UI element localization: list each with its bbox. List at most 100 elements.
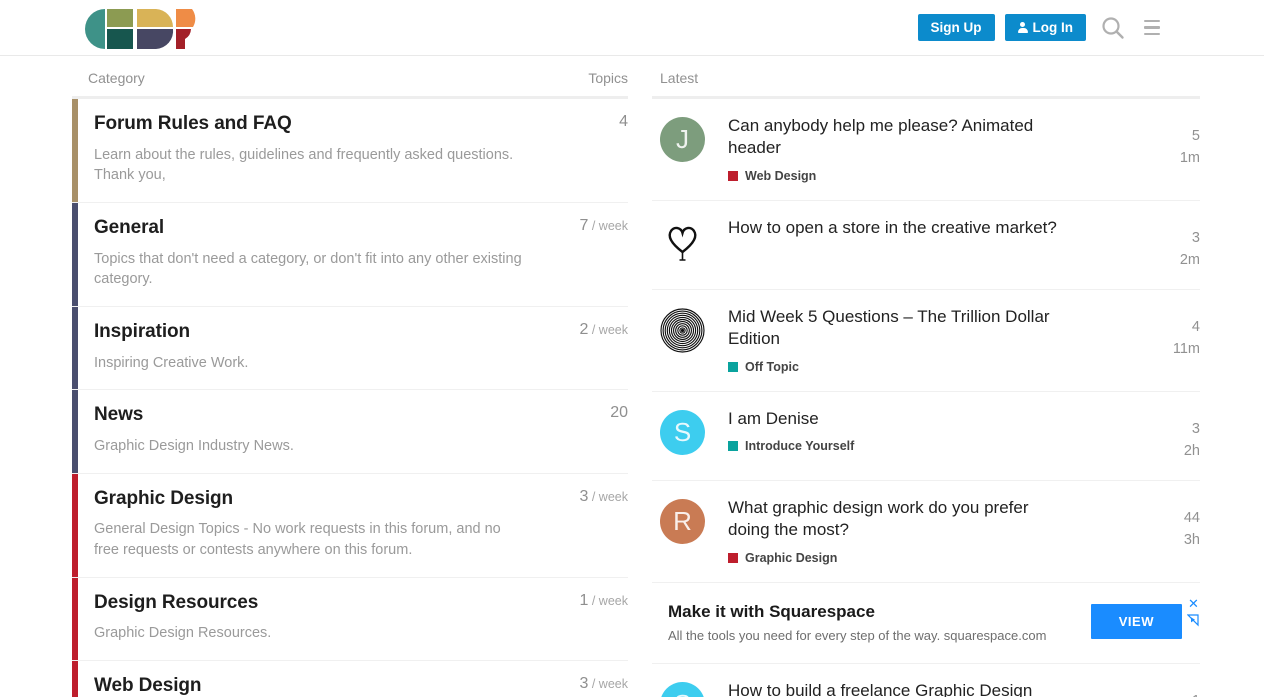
avatar-letter: S bbox=[674, 689, 691, 697]
category-body: Graphic Design General Design Topics - No… bbox=[78, 474, 532, 577]
category-topic-count: 3 / week bbox=[532, 661, 628, 697]
topic-title[interactable]: What graphic design work do you prefer d… bbox=[728, 497, 1068, 542]
site-header: Sign Up Log In bbox=[0, 0, 1264, 56]
topic-main: Mid Week 5 Questions – The Trillion Doll… bbox=[705, 306, 1136, 374]
topic-reply-count: 4 bbox=[1136, 316, 1200, 338]
topic-title[interactable]: I am Denise bbox=[728, 408, 1068, 430]
user-icon bbox=[1018, 22, 1028, 33]
category-description: Inspiring Creative Work. bbox=[94, 353, 526, 374]
categories-column-header: Category Topics bbox=[72, 56, 628, 99]
ad-subtitle: All the tools you need for every step of… bbox=[668, 628, 1091, 643]
ad-view-button[interactable]: VIEW bbox=[1091, 604, 1182, 639]
search-button[interactable] bbox=[1096, 13, 1130, 43]
category-body: NewsGraphic Design Industry News. bbox=[78, 390, 532, 472]
topic-category-tag[interactable]: Web Design bbox=[728, 169, 1136, 183]
topic-reply-count: 1 bbox=[1136, 690, 1200, 697]
avatar-letter: R bbox=[673, 506, 692, 537]
topic-reply-count: 3 bbox=[1136, 418, 1200, 440]
topic-row[interactable]: S How to build a freelance Graphic Design… bbox=[652, 664, 1200, 697]
topic-row[interactable]: S I am Denise Introduce Yourself 32h bbox=[652, 392, 1200, 481]
search-icon bbox=[1100, 15, 1126, 41]
avatar[interactable] bbox=[660, 308, 705, 353]
category-row[interactable]: Web DesignWeb and App Design posts.3 / w… bbox=[72, 661, 628, 697]
category-color-swatch-icon bbox=[728, 553, 738, 563]
latest-topic-list: J Can anybody help me please? Animated he… bbox=[652, 99, 1200, 697]
topic-row[interactable]: J Can anybody help me please? Animated he… bbox=[652, 99, 1200, 201]
categories-column: Category Topics Forum Rules and FAQLearn… bbox=[72, 56, 628, 697]
topic-category-label: Web Design bbox=[745, 169, 816, 183]
topic-category-label: Graphic Design bbox=[745, 551, 837, 565]
ad-controls: ✕ bbox=[1187, 597, 1200, 627]
category-row[interactable]: NewsGraphic Design Industry News. 20 bbox=[72, 390, 628, 473]
category-title[interactable]: Graphic Design bbox=[94, 488, 532, 511]
topic-category-tag[interactable]: Off Topic bbox=[728, 360, 1136, 374]
topic-main: What graphic design work do you prefer d… bbox=[705, 497, 1136, 565]
category-row[interactable]: Design ResourcesGraphic Design Resources… bbox=[72, 578, 628, 661]
topic-title[interactable]: How to open a store in the creative mark… bbox=[728, 217, 1068, 239]
category-topic-count-period: / week bbox=[588, 677, 628, 691]
adchoices-icon[interactable] bbox=[1187, 614, 1200, 627]
category-topic-count-period: / week bbox=[588, 219, 628, 233]
topic-title[interactable]: How to build a freelance Graphic Design … bbox=[728, 680, 1068, 697]
page-body: Category Topics Forum Rules and FAQLearn… bbox=[0, 56, 1264, 697]
ad-title[interactable]: Make it with Squarespace bbox=[668, 601, 1091, 622]
category-topic-count-value: 4 bbox=[619, 113, 628, 130]
topic-reply-count: 3 bbox=[1136, 227, 1200, 249]
topic-row[interactable]: Mid Week 5 Questions – The Trillion Doll… bbox=[652, 290, 1200, 392]
topic-reply-count: 44 bbox=[1136, 507, 1200, 529]
category-title[interactable]: Forum Rules and FAQ bbox=[94, 113, 532, 136]
category-title[interactable]: Design Resources bbox=[94, 592, 532, 615]
header-actions: Sign Up Log In bbox=[918, 13, 1165, 43]
category-title[interactable]: News bbox=[94, 404, 532, 427]
avatar[interactable]: S bbox=[660, 682, 705, 697]
latest-column-header: Latest bbox=[652, 56, 1200, 99]
latest-column: Latest J Can anybody help me please? Anim… bbox=[652, 56, 1200, 697]
site-logo[interactable] bbox=[72, 7, 197, 49]
topic-title[interactable]: Mid Week 5 Questions – The Trillion Doll… bbox=[728, 306, 1068, 351]
topic-reply-count: 5 bbox=[1136, 125, 1200, 147]
category-body: Web DesignWeb and App Design posts. bbox=[78, 661, 532, 697]
topic-meta: 32h bbox=[1136, 408, 1200, 463]
hamburger-menu-icon[interactable] bbox=[1140, 16, 1164, 40]
topic-row[interactable]: R What graphic design work do you prefer … bbox=[652, 481, 1200, 583]
topic-meta: 32m bbox=[1136, 217, 1200, 272]
category-body: GeneralTopics that don't need a category… bbox=[78, 203, 532, 306]
category-topic-count: 3 / week bbox=[532, 474, 628, 577]
sign-up-button[interactable]: Sign Up bbox=[918, 14, 995, 42]
category-topic-count-value: 20 bbox=[610, 404, 628, 421]
log-in-button[interactable]: Log In bbox=[1005, 14, 1087, 42]
avatar[interactable]: J bbox=[660, 117, 705, 162]
balloon-avatar-icon bbox=[660, 219, 705, 264]
category-row[interactable]: GeneralTopics that don't need a category… bbox=[72, 203, 628, 307]
topic-meta: 13h bbox=[1136, 680, 1200, 697]
topic-category-tag[interactable]: Graphic Design bbox=[728, 551, 1136, 565]
category-body: Design ResourcesGraphic Design Resources… bbox=[78, 578, 532, 660]
category-row[interactable]: InspirationInspiring Creative Work.2 / w… bbox=[72, 307, 628, 390]
category-color-swatch-icon bbox=[728, 171, 738, 181]
topic-title[interactable]: Can anybody help me please? Animated hea… bbox=[728, 115, 1068, 160]
category-body: Forum Rules and FAQLearn about the rules… bbox=[78, 99, 532, 202]
topic-meta: 51m bbox=[1136, 115, 1200, 170]
avatar[interactable]: R bbox=[660, 499, 705, 544]
topic-meta: 411m bbox=[1136, 306, 1200, 361]
avatar[interactable]: S bbox=[660, 410, 705, 455]
category-title[interactable]: Web Design bbox=[94, 675, 532, 697]
topic-main: Can anybody help me please? Animated hea… bbox=[705, 115, 1136, 183]
topic-age: 1m bbox=[1136, 147, 1200, 169]
topic-row[interactable]: How to open a store in the creative mark… bbox=[652, 201, 1200, 290]
category-description: General Design Topics - No work requests… bbox=[94, 519, 526, 560]
topic-age: 2h bbox=[1136, 440, 1200, 462]
topic-age: 2m bbox=[1136, 249, 1200, 271]
topic-age: 11m bbox=[1136, 338, 1200, 360]
category-row[interactable]: Graphic Design General Design Topics - No… bbox=[72, 474, 628, 578]
advertisement[interactable]: Make it with Squarespace All the tools yo… bbox=[652, 583, 1200, 664]
category-title[interactable]: Inspiration bbox=[94, 321, 532, 344]
category-topic-count: 20 bbox=[532, 390, 628, 472]
category-row[interactable]: Forum Rules and FAQLearn about the rules… bbox=[72, 99, 628, 203]
category-color-swatch-icon bbox=[728, 362, 738, 372]
category-title[interactable]: General bbox=[94, 217, 532, 240]
avatar[interactable] bbox=[660, 219, 705, 264]
topic-category-label: Introduce Yourself bbox=[745, 439, 854, 453]
topic-category-tag[interactable]: Introduce Yourself bbox=[728, 439, 1136, 453]
close-icon[interactable]: ✕ bbox=[1188, 597, 1199, 610]
